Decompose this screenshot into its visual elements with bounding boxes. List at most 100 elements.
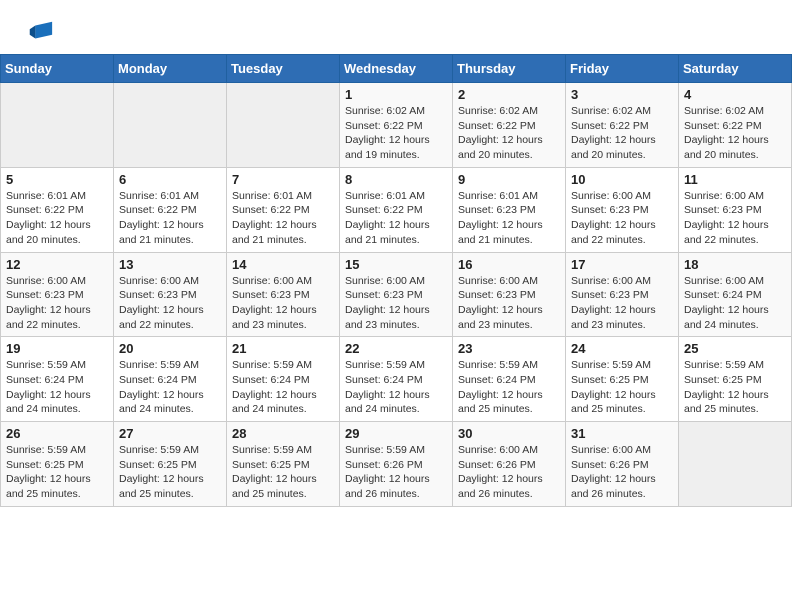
calendar-header: SundayMondayTuesdayWednesdayThursdayFrid…: [1, 55, 792, 83]
calendar-cell: 17Sunrise: 6:00 AMSunset: 6:23 PMDayligh…: [566, 252, 679, 337]
day-info: Sunrise: 6:02 AMSunset: 6:22 PMDaylight:…: [571, 104, 673, 163]
day-number: 28: [232, 426, 334, 441]
day-info: Sunrise: 6:00 AMSunset: 6:23 PMDaylight:…: [571, 274, 673, 333]
calendar-week-2: 5 Sunrise: 6:01 AMSunset: 6:22 PMDaylight…: [1, 167, 792, 252]
calendar-cell: 31 Sunrise: 6:00 AMSunset: 6:26 PMDayligh…: [566, 422, 679, 507]
day-number: 10: [571, 172, 673, 187]
day-info: Sunrise: 5:59 AMSunset: 6:25 PMDaylight:…: [684, 358, 786, 417]
weekday-saturday: Saturday: [679, 55, 792, 83]
calendar-cell: 23 Sunrise: 5:59 AMSunset: 6:24 PMDayligh…: [453, 337, 566, 422]
day-number: 2: [458, 87, 560, 102]
calendar-cell: [1, 83, 114, 168]
day-number: 9: [458, 172, 560, 187]
day-info: Sunrise: 5:59 AMSunset: 6:24 PMDaylight:…: [345, 358, 447, 417]
day-info: Sunrise: 5:59 AMSunset: 6:26 PMDaylight:…: [345, 443, 447, 502]
calendar-cell: 4 Sunrise: 6:02 AMSunset: 6:22 PMDaylight…: [679, 83, 792, 168]
page-header: [0, 0, 792, 54]
day-number: 21: [232, 341, 334, 356]
calendar-cell: 10 Sunrise: 6:00 AMSunset: 6:23 PMDayligh…: [566, 167, 679, 252]
logo: [24, 18, 54, 46]
calendar-cell: 19 Sunrise: 5:59 AMSunset: 6:24 PMDayligh…: [1, 337, 114, 422]
calendar-cell: 16 Sunrise: 6:00 AMSunset: 6:23 PMDayligh…: [453, 252, 566, 337]
weekday-monday: Monday: [114, 55, 227, 83]
weekday-tuesday: Tuesday: [227, 55, 340, 83]
day-info: Sunrise: 6:02 AMSunset: 6:22 PMDaylight:…: [684, 104, 786, 163]
calendar-week-1: 1Sunrise: 6:02 AMSunset: 6:22 PMDaylight…: [1, 83, 792, 168]
calendar-cell: 29 Sunrise: 5:59 AMSunset: 6:26 PMDayligh…: [340, 422, 453, 507]
day-info: Sunrise: 6:00 AMSunset: 6:23 PMDaylight:…: [571, 189, 673, 248]
calendar-cell: 3Sunrise: 6:02 AMSunset: 6:22 PMDaylight…: [566, 83, 679, 168]
calendar-cell: 27Sunrise: 5:59 AMSunset: 6:25 PMDayligh…: [114, 422, 227, 507]
day-number: 31: [571, 426, 673, 441]
day-number: 19: [6, 341, 108, 356]
day-info: Sunrise: 6:01 AMSunset: 6:22 PMDaylight:…: [345, 189, 447, 248]
calendar-cell: 30 Sunrise: 6:00 AMSunset: 6:26 PMDayligh…: [453, 422, 566, 507]
day-number: 6: [119, 172, 221, 187]
weekday-friday: Friday: [566, 55, 679, 83]
day-info: Sunrise: 6:00 AMSunset: 6:26 PMDaylight:…: [458, 443, 560, 502]
day-number: 14: [232, 257, 334, 272]
calendar-cell: 14 Sunrise: 6:00 AMSunset: 6:23 PMDayligh…: [227, 252, 340, 337]
day-number: 23: [458, 341, 560, 356]
calendar-cell: 11 Sunrise: 6:00 AMSunset: 6:23 PMDayligh…: [679, 167, 792, 252]
calendar-cell: 22 Sunrise: 5:59 AMSunset: 6:24 PMDayligh…: [340, 337, 453, 422]
day-number: 4: [684, 87, 786, 102]
day-info: Sunrise: 6:00 AMSunset: 6:23 PMDaylight:…: [119, 274, 221, 333]
day-info: Sunrise: 5:59 AMSunset: 6:25 PMDaylight:…: [6, 443, 108, 502]
day-number: 12: [6, 257, 108, 272]
day-number: 13: [119, 257, 221, 272]
calendar-week-3: 12 Sunrise: 6:00 AMSunset: 6:23 PMDayligh…: [1, 252, 792, 337]
day-number: 24: [571, 341, 673, 356]
calendar-cell: 18 Sunrise: 6:00 AMSunset: 6:24 PMDayligh…: [679, 252, 792, 337]
calendar-cell: 26 Sunrise: 5:59 AMSunset: 6:25 PMDayligh…: [1, 422, 114, 507]
calendar-cell: [679, 422, 792, 507]
day-info: Sunrise: 5:59 AMSunset: 6:24 PMDaylight:…: [6, 358, 108, 417]
calendar-cell: 8 Sunrise: 6:01 AMSunset: 6:22 PMDaylight…: [340, 167, 453, 252]
calendar-cell: 15Sunrise: 6:00 AMSunset: 6:23 PMDayligh…: [340, 252, 453, 337]
day-info: Sunrise: 5:59 AMSunset: 6:25 PMDaylight:…: [232, 443, 334, 502]
day-number: 22: [345, 341, 447, 356]
day-number: 15: [345, 257, 447, 272]
day-info: Sunrise: 6:00 AMSunset: 6:23 PMDaylight:…: [6, 274, 108, 333]
weekday-row: SundayMondayTuesdayWednesdayThursdayFrid…: [1, 55, 792, 83]
calendar-table: SundayMondayTuesdayWednesdayThursdayFrid…: [0, 54, 792, 507]
calendar-cell: 5 Sunrise: 6:01 AMSunset: 6:22 PMDaylight…: [1, 167, 114, 252]
logo-icon: [26, 18, 54, 46]
day-number: 5: [6, 172, 108, 187]
day-number: 7: [232, 172, 334, 187]
day-number: 30: [458, 426, 560, 441]
day-info: Sunrise: 6:01 AMSunset: 6:22 PMDaylight:…: [232, 189, 334, 248]
weekday-sunday: Sunday: [1, 55, 114, 83]
day-info: Sunrise: 6:01 AMSunset: 6:22 PMDaylight:…: [119, 189, 221, 248]
day-number: 11: [684, 172, 786, 187]
day-info: Sunrise: 6:00 AMSunset: 6:23 PMDaylight:…: [684, 189, 786, 248]
day-number: 8: [345, 172, 447, 187]
calendar-cell: 1Sunrise: 6:02 AMSunset: 6:22 PMDaylight…: [340, 83, 453, 168]
day-info: Sunrise: 6:00 AMSunset: 6:23 PMDaylight:…: [458, 274, 560, 333]
day-number: 29: [345, 426, 447, 441]
calendar-cell: 12 Sunrise: 6:00 AMSunset: 6:23 PMDayligh…: [1, 252, 114, 337]
calendar-cell: 25Sunrise: 5:59 AMSunset: 6:25 PMDayligh…: [679, 337, 792, 422]
day-info: Sunrise: 6:01 AMSunset: 6:22 PMDaylight:…: [6, 189, 108, 248]
day-number: 26: [6, 426, 108, 441]
calendar-cell: 6 Sunrise: 6:01 AMSunset: 6:22 PMDaylight…: [114, 167, 227, 252]
calendar-cell: 21Sunrise: 5:59 AMSunset: 6:24 PMDayligh…: [227, 337, 340, 422]
day-info: Sunrise: 6:00 AMSunset: 6:24 PMDaylight:…: [684, 274, 786, 333]
calendar-cell: 13 Sunrise: 6:00 AMSunset: 6:23 PMDayligh…: [114, 252, 227, 337]
weekday-thursday: Thursday: [453, 55, 566, 83]
day-info: Sunrise: 5:59 AMSunset: 6:24 PMDaylight:…: [119, 358, 221, 417]
day-number: 16: [458, 257, 560, 272]
calendar-cell: 24Sunrise: 5:59 AMSunset: 6:25 PMDayligh…: [566, 337, 679, 422]
day-info: Sunrise: 6:00 AMSunset: 6:26 PMDaylight:…: [571, 443, 673, 502]
calendar-week-4: 19 Sunrise: 5:59 AMSunset: 6:24 PMDayligh…: [1, 337, 792, 422]
calendar-week-5: 26 Sunrise: 5:59 AMSunset: 6:25 PMDayligh…: [1, 422, 792, 507]
day-info: Sunrise: 5:59 AMSunset: 6:24 PMDaylight:…: [458, 358, 560, 417]
day-number: 20: [119, 341, 221, 356]
day-info: Sunrise: 6:02 AMSunset: 6:22 PMDaylight:…: [458, 104, 560, 163]
calendar-cell: 9Sunrise: 6:01 AMSunset: 6:23 PMDaylight…: [453, 167, 566, 252]
calendar-cell: 2 Sunrise: 6:02 AMSunset: 6:22 PMDaylight…: [453, 83, 566, 168]
day-info: Sunrise: 6:02 AMSunset: 6:22 PMDaylight:…: [345, 104, 447, 163]
day-number: 18: [684, 257, 786, 272]
day-info: Sunrise: 6:00 AMSunset: 6:23 PMDaylight:…: [232, 274, 334, 333]
day-number: 27: [119, 426, 221, 441]
